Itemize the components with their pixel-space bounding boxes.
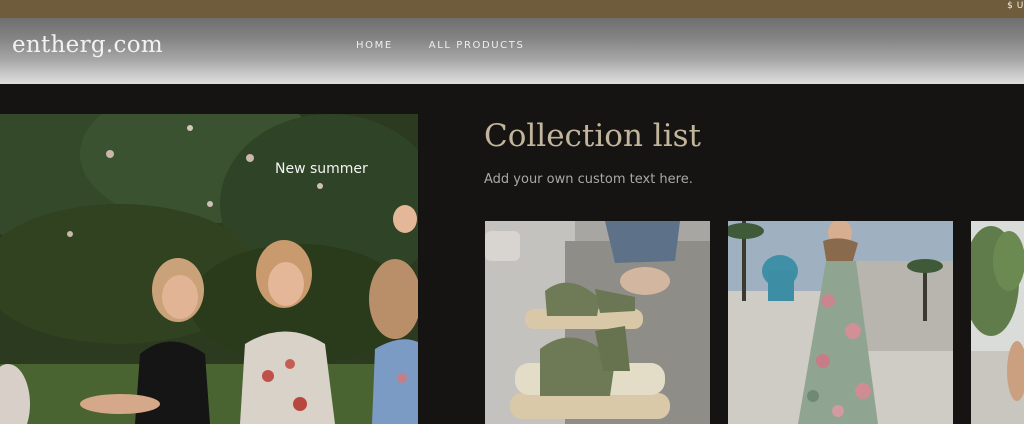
currency-selector[interactable]: $ US xyxy=(1007,1,1024,11)
collection-list-title: Collection list xyxy=(484,118,701,154)
site-header: entherg.com HOME ALL PRODUCTS xyxy=(0,18,1024,84)
store-logo[interactable]: entherg.com xyxy=(12,32,163,58)
hero-banner[interactable]: New summer xyxy=(0,114,418,424)
collection-card-dress[interactable] xyxy=(728,221,953,424)
collection-card-partial[interactable] xyxy=(971,221,1024,424)
storefront-page: $ US entherg.com HOME ALL PRODUCTS xyxy=(0,0,1024,424)
collection-list-subtitle: Add your own custom text here. xyxy=(484,172,693,187)
announcement-bar: $ US xyxy=(0,0,1024,18)
hero-caption: New summer xyxy=(275,161,368,177)
main-nav: HOME ALL PRODUCTS xyxy=(356,40,524,51)
nav-home-link[interactable]: HOME xyxy=(356,40,393,51)
nav-all-products-link[interactable]: ALL PRODUCTS xyxy=(429,40,525,51)
partial-product-photo xyxy=(971,221,1024,424)
dress-photo xyxy=(728,221,953,424)
sandals-photo xyxy=(485,221,710,424)
collection-card-sandals[interactable] xyxy=(485,221,710,424)
